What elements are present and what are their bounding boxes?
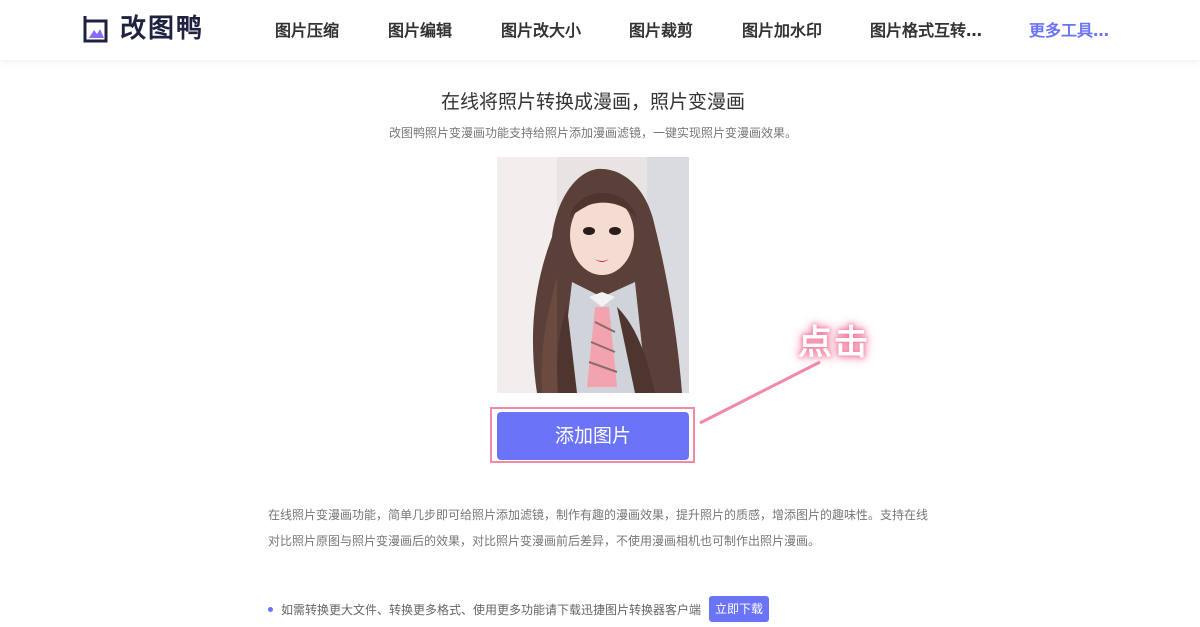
download-note: 如需转换更大文件、转换更多格式、使用更多功能请下载迅捷图片转换器客户端 立即下载	[268, 596, 770, 622]
click-hint-annotation: 点击	[798, 323, 870, 363]
download-button[interactable]: 立即下载	[709, 596, 770, 622]
feature-description: 在线照片变漫画功能，简单几步即可给照片添加滤镜，制作有趣的漫画效果，提升照片的质…	[268, 508, 929, 548]
bullet-icon	[268, 606, 273, 612]
download-note-text: 如需转换更大文件、转换更多格式、使用更多功能请下载迅捷图片转换器客户端	[281, 602, 702, 617]
